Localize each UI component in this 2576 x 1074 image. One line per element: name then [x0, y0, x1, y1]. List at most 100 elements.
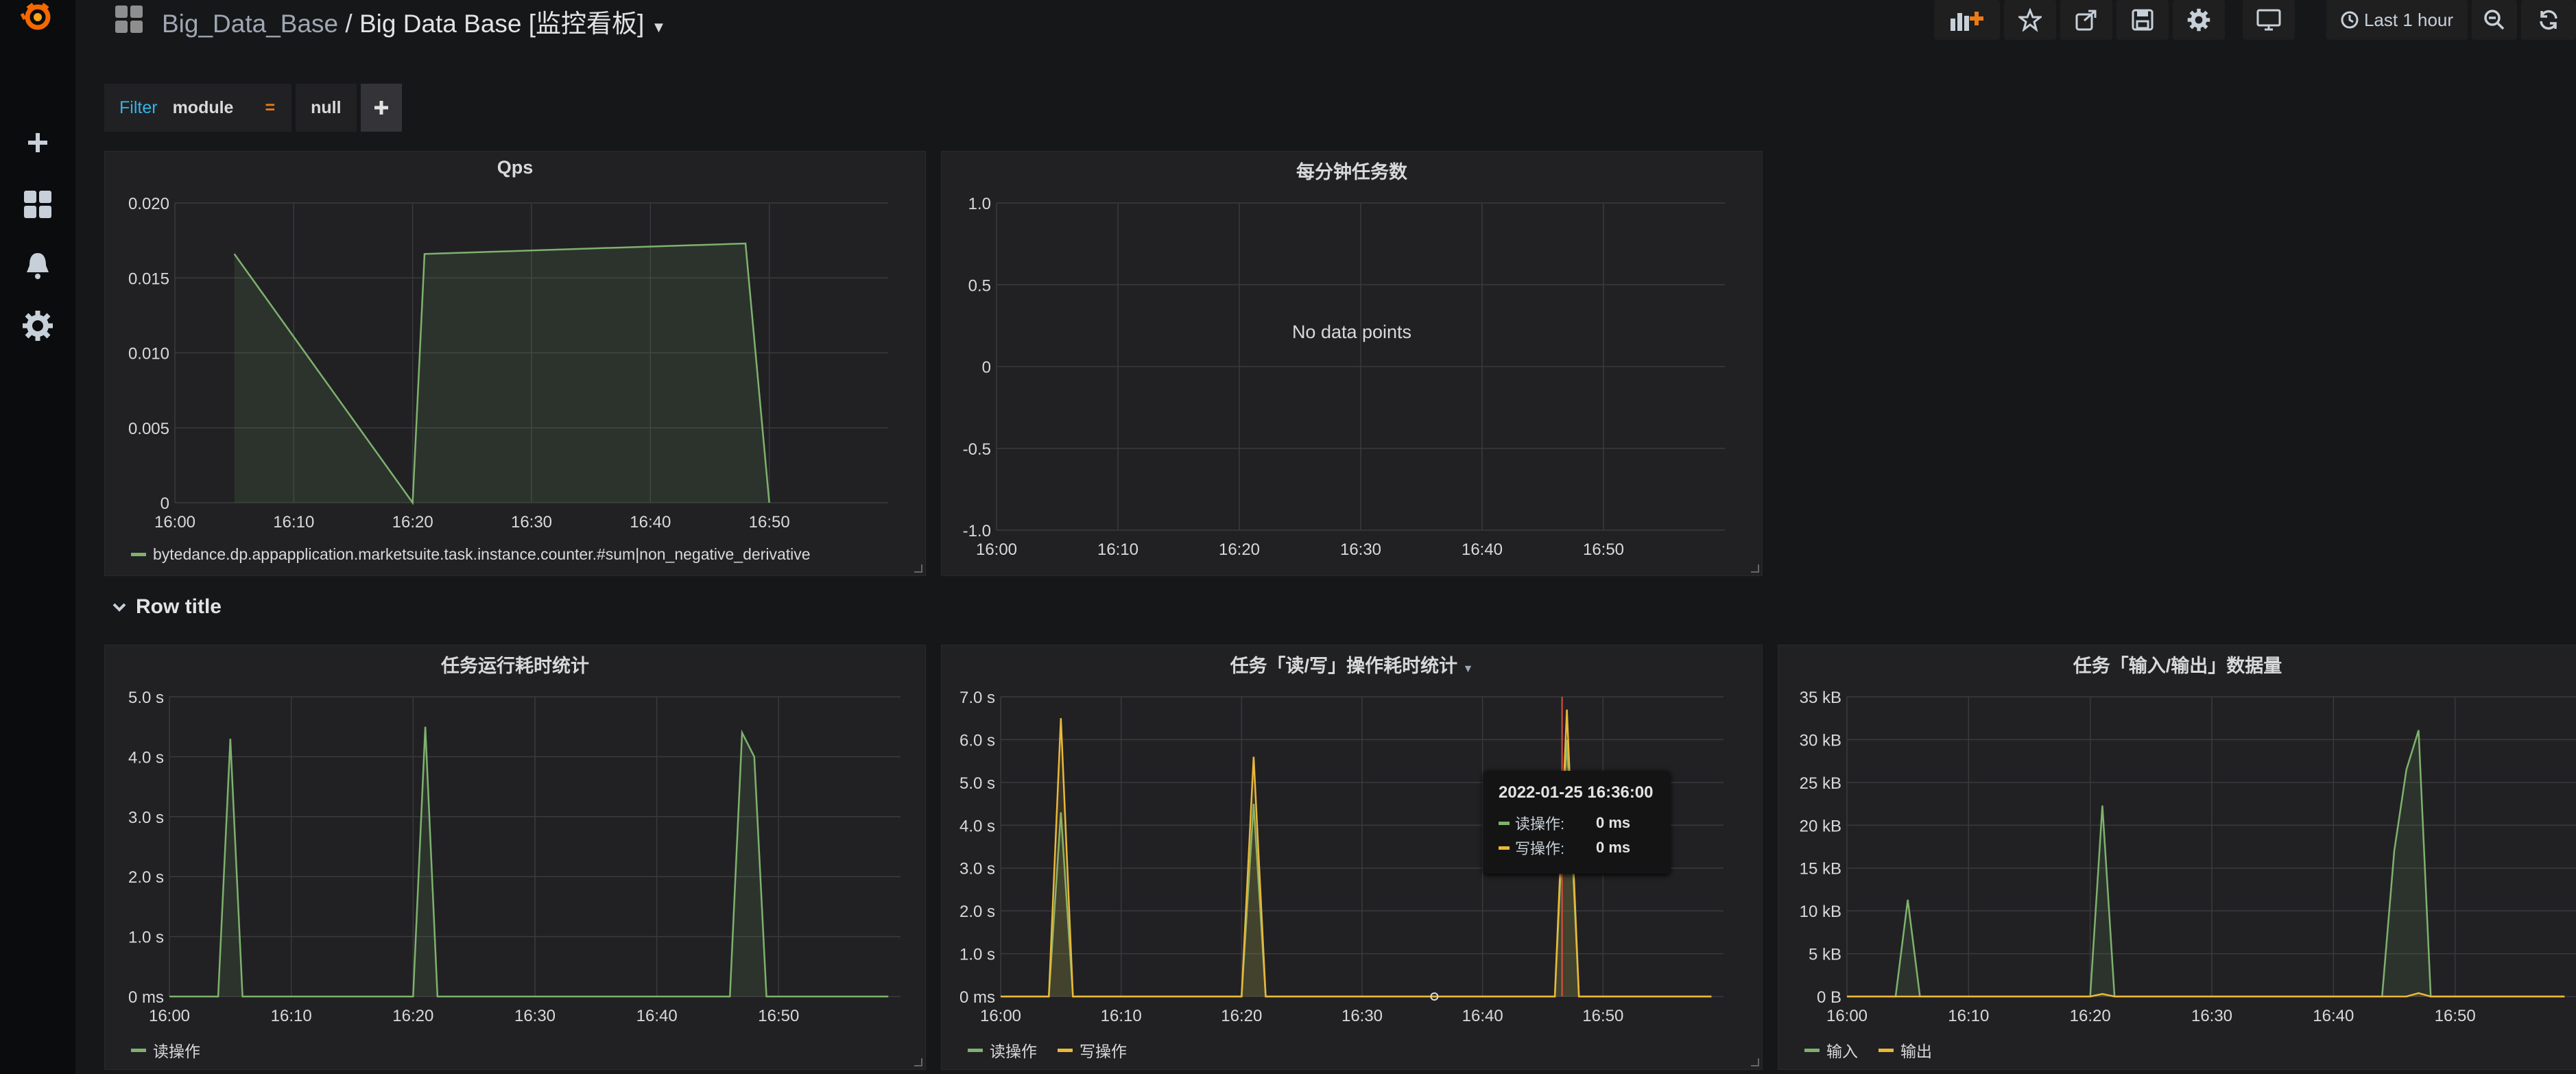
panel-task-runtime[interactable]: 任务运行耗时统计 0 ms 1.0 s 2.0 s 3.0 s 4.0 s 5.0 s 16… — [104, 645, 926, 1070]
panel-tasks-per-minute[interactable]: 每分钟任务数 1.0 0.5 0 -0.5 -1.0 16:00 16:10 16:20 16:… — [941, 151, 1763, 576]
save-button[interactable] — [2116, 0, 2169, 40]
y-tick-label: 2.0 s — [128, 868, 164, 887]
legend-item[interactable]: 输入 — [1804, 1038, 1858, 1062]
create-plus-icon[interactable] — [21, 126, 55, 160]
x-tick-label: 16:50 — [749, 513, 790, 532]
tooltip-time: 2022-01-25 16:36:00 — [1499, 783, 1654, 802]
dashboard-title[interactable]: Big Data Base [监控看板] — [359, 10, 644, 38]
side-menu — [0, 0, 75, 1074]
x-tick-label: 16:50 — [2435, 1007, 2476, 1025]
resize-handle[interactable] — [914, 1058, 922, 1066]
legend-item[interactable]: 写操作 — [1058, 1038, 1127, 1062]
filter-key[interactable]: module — [172, 84, 249, 132]
y-tick-label: 7.0 s — [959, 689, 995, 707]
filter-value[interactable]: null — [296, 84, 357, 132]
y-tick-label: 0.005 — [128, 420, 169, 438]
no-data-message: No data points — [1291, 322, 1412, 342]
x-tick-label: 16:20 — [1219, 540, 1260, 559]
y-tick-label: 15 kB — [1800, 860, 1841, 879]
legend-label: 写操作 — [1080, 1042, 1127, 1060]
legend: 读操作 — [131, 1038, 200, 1062]
add-panel-icon — [1951, 12, 1983, 31]
x-tick-label: 16:10 — [1097, 540, 1138, 559]
breadcrumb-separator: / — [345, 10, 353, 38]
grafana-logo-icon[interactable] — [21, 0, 55, 34]
resize-handle[interactable] — [914, 564, 922, 573]
settings-button[interactable] — [2173, 0, 2225, 40]
y-tick-label: 1.0 s — [959, 946, 995, 964]
share-button[interactable] — [2060, 0, 2112, 40]
filter-operator[interactable]: = — [248, 84, 292, 132]
y-tick-label: -1.0 — [963, 522, 991, 540]
legend: 输入 输出 — [1804, 1038, 1932, 1062]
panel-qps[interactable]: Qps 0 0.005 0.010 0.015 0.020 16:00 16:10 16:20… — [104, 151, 926, 576]
x-tick-label: 16:00 — [154, 513, 195, 532]
legend-swatch — [131, 1048, 146, 1052]
x-tick-label: 16:00 — [1826, 1007, 1868, 1025]
x-tick-label: 16:50 — [1582, 1007, 1623, 1025]
x-tick-label: 16:40 — [1462, 1007, 1503, 1025]
series-area — [234, 243, 770, 503]
breadcrumb[interactable]: Big_Data_Base / Big Data Base [监控看板] ▼ — [162, 3, 666, 40]
refresh-icon — [2540, 10, 2557, 30]
x-tick-label: 16:00 — [149, 1007, 190, 1025]
legend-item[interactable]: 读操作 — [968, 1038, 1037, 1062]
y-tick-label: 10 kB — [1800, 903, 1841, 921]
tooltip-value: 0 ms — [1596, 814, 1631, 831]
breadcrumb-folder[interactable]: Big_Data_Base — [162, 10, 338, 38]
plus-icon — [374, 101, 388, 115]
y-tick-label: -0.5 — [963, 440, 991, 459]
y-tick-label: 20 kB — [1800, 817, 1841, 835]
configuration-gear-icon[interactable] — [21, 309, 55, 343]
qps-graph: 0 0.005 0.010 0.015 0.020 16:00 16:10 16:20 16:3… — [128, 195, 888, 532]
add-filter-button[interactable] — [360, 84, 402, 132]
x-tick-label: 16:20 — [2070, 1007, 2111, 1025]
filter-bar: Filter module = null — [104, 84, 402, 132]
y-tick-label: 0.5 — [968, 276, 991, 295]
legend: bytedance.dp.appapplication.marketsuite.… — [131, 545, 811, 564]
y-tick-label: 1.0 s — [128, 929, 164, 947]
series-area — [169, 726, 889, 997]
y-tick-label: 0 — [982, 359, 991, 377]
filter-label: Filter — [104, 84, 173, 132]
dashboards-icon[interactable] — [21, 187, 55, 222]
resize-handle[interactable] — [1751, 1058, 1759, 1066]
time-range-picker[interactable]: Last 1 hour — [2326, 0, 2468, 40]
tooltip-swatch — [1499, 821, 1510, 825]
y-tick-label: 30 kB — [1800, 731, 1841, 750]
panel-rw-latency[interactable]: 任务「读/写」操作耗时统计 ▼ 0 ms 1.0 s 2.0 s 3.0 s 4.0 s… — [941, 645, 1763, 1070]
row-header[interactable]: Row title — [111, 595, 222, 619]
x-tick-label: 16:30 — [514, 1007, 556, 1025]
legend-swatch — [968, 1048, 983, 1052]
series-line — [169, 726, 889, 998]
y-tick-label: 0 ms — [128, 988, 164, 1007]
add-panel-button[interactable] — [1934, 0, 2000, 40]
save-icon — [2132, 9, 2154, 31]
tooltip-value: 0 ms — [1596, 839, 1631, 856]
x-tick-label: 16:40 — [2313, 1007, 2354, 1025]
x-tick-label: 16:30 — [511, 513, 552, 532]
star-button[interactable] — [2004, 0, 2056, 40]
y-tick-label: 0 — [160, 494, 169, 513]
resize-handle[interactable] — [1751, 564, 1759, 573]
task-runtime-graph: 0 ms 1.0 s 2.0 s 3.0 s 4.0 s 5.0 s 16:00 16:10 1… — [128, 689, 901, 1025]
y-tick-label: 0.020 — [128, 195, 169, 213]
x-tick-label: 16:10 — [1101, 1007, 1142, 1025]
x-tick-label: 16:40 — [1462, 540, 1503, 559]
dashboards-grid-icon[interactable] — [114, 4, 145, 36]
caret-down-icon[interactable]: ▼ — [652, 19, 667, 36]
legend-item[interactable]: 读操作 — [131, 1038, 200, 1062]
panel-io-volume[interactable]: 任务「输入/输出」数据量 0 B5 kB 10 kB 15 kB 20 kB 25 kB… — [1778, 645, 2576, 1070]
x-tick-label: 16:50 — [758, 1007, 799, 1025]
y-tick-label: 6.0 s — [959, 731, 995, 750]
alerting-bell-icon[interactable] — [21, 248, 55, 283]
series-line — [1847, 730, 2565, 998]
y-tick-label: 3.0 s — [959, 860, 995, 879]
tv-mode-button[interactable] — [2243, 0, 2295, 40]
legend-item[interactable]: bytedance.dp.appapplication.marketsuite.… — [131, 545, 811, 564]
y-tick-label: 2.0 s — [959, 903, 995, 921]
tooltip-row: 读操作: 0 ms — [1499, 812, 1630, 834]
zoom-out-button[interactable] — [2472, 0, 2517, 40]
legend-item[interactable]: 输出 — [1879, 1038, 1932, 1062]
refresh-button[interactable] — [2521, 0, 2576, 40]
